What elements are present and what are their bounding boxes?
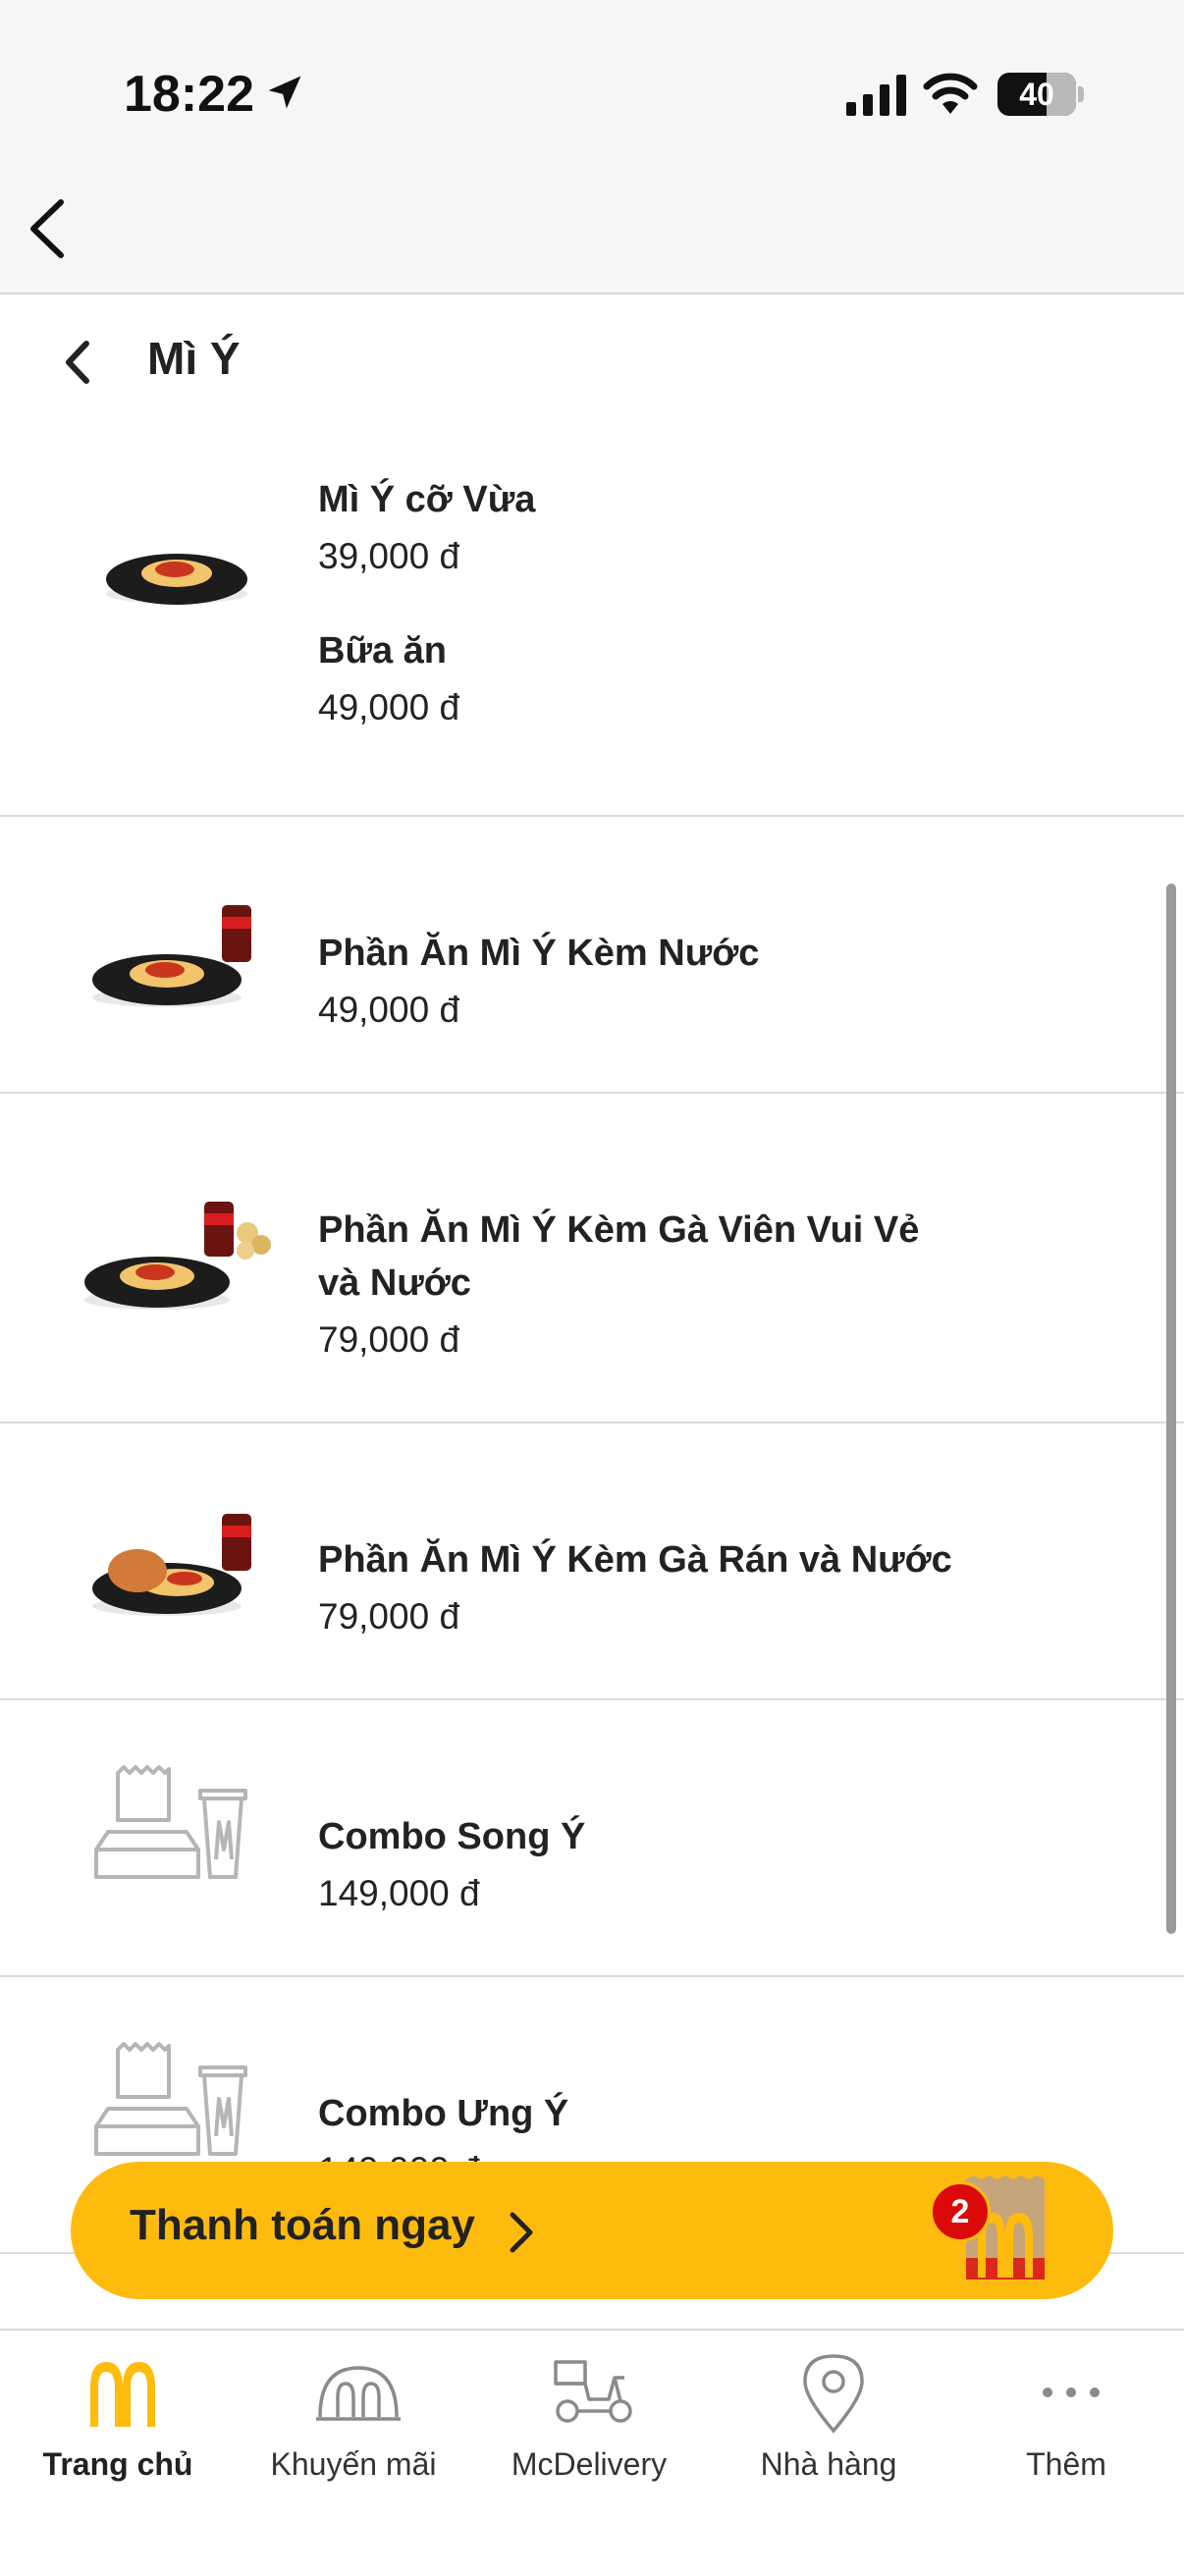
item-name: Combo Ưng Ý: [318, 2093, 569, 2134]
section-title: Mì Ý: [147, 333, 241, 384]
checkout-button[interactable]: Thanh toán ngay 2: [71, 2162, 1113, 2299]
cellular-signal-icon: [846, 75, 906, 116]
delivery-scooter-icon: [554, 2360, 632, 2423]
location-arrow-icon: [268, 76, 301, 109]
item-name: và Nước: [318, 1262, 471, 1304]
wifi-icon: [923, 73, 978, 114]
promo-arches-icon: [316, 2366, 401, 2421]
tab-label: Trang chủ: [42, 2446, 193, 2482]
spaghetti-chicken-drink-icon: [92, 1514, 251, 1616]
tab-label: Nhà hàng: [760, 2446, 897, 2482]
tab-bar: Trang chủ Khuyến mãi McDelivery Nhà hàng…: [0, 2329, 1184, 2574]
scrollbar[interactable]: [1166, 884, 1176, 1934]
combo-placeholder-icon: [94, 1765, 247, 1879]
back-icon[interactable]: [18, 192, 75, 265]
cart-count-badge: 2: [930, 2181, 991, 2242]
item-option-price: 39,000 đ: [318, 536, 460, 576]
menu-item[interactable]: Mì Ý cỡ Vừa 39,000 đ Bữa ăn 49,000 đ: [0, 432, 1184, 817]
location-pin-icon: [803, 2354, 864, 2434]
tab-home[interactable]: Trang chủ: [0, 2331, 236, 2576]
spaghetti-nuggets-drink-icon: [84, 1202, 271, 1310]
battery-tip: [1078, 86, 1084, 102]
tab-label: Thêm: [1026, 2446, 1106, 2482]
chevron-right-icon: [510, 2212, 533, 2253]
item-name: Combo Song Ý: [318, 1816, 586, 1857]
spaghetti-plate-icon: [106, 554, 247, 605]
more-dots-icon: [1043, 2388, 1100, 2397]
battery-level: 40: [1019, 77, 1054, 112]
item-price: 79,000 đ: [318, 1319, 460, 1360]
item-price: 49,000 đ: [318, 990, 460, 1030]
section-back-icon[interactable]: [57, 334, 100, 391]
item-price: 149,000 đ: [318, 1873, 480, 1913]
item-name: Phần Ăn Mì Ý Kèm Gà Viên Vui Vẻ: [318, 1209, 920, 1251]
menu-item[interactable]: Phần Ăn Mì Ý Kèm Nước 49,000 đ: [0, 817, 1184, 1094]
tab-promotions[interactable]: Khuyến mãi: [236, 2331, 471, 2576]
menu-item[interactable]: Phần Ăn Mì Ý Kèm Gà Rán và Nước 79,000 đ: [0, 1423, 1184, 1700]
checkout-label: Thanh toán ngay: [130, 2201, 475, 2249]
status-bar: 18:22 40: [0, 0, 1184, 295]
tab-more[interactable]: Thêm: [948, 2331, 1184, 2576]
tab-label: McDelivery: [511, 2446, 668, 2482]
tab-mcdelivery[interactable]: McDelivery: [471, 2331, 707, 2576]
spaghetti-drink-icon: [92, 905, 251, 1007]
mcdonalds-arches-icon: [90, 2362, 155, 2427]
menu-item[interactable]: Combo Song Ý 149,000 đ: [0, 1700, 1184, 1977]
item-option-name: Mì Ý cỡ Vừa: [318, 479, 536, 520]
menu-item[interactable]: Phần Ăn Mì Ý Kèm Gà Viên Vui Vẻ và Nước …: [0, 1094, 1184, 1423]
item-option-name[interactable]: Bữa ăn: [318, 624, 447, 677]
battery-indicator: 40: [997, 73, 1076, 116]
item-option-price: 49,000 đ: [318, 687, 460, 727]
item-name: Phần Ăn Mì Ý Kèm Gà Rán và Nước: [318, 1539, 952, 1581]
item-price: 79,000 đ: [318, 1596, 460, 1637]
tab-label: Khuyến mãi: [270, 2446, 437, 2482]
status-time: 18:22: [124, 66, 254, 123]
tab-restaurants[interactable]: Nhà hàng: [711, 2331, 946, 2576]
item-name: Phần Ăn Mì Ý Kèm Nước: [318, 933, 760, 974]
